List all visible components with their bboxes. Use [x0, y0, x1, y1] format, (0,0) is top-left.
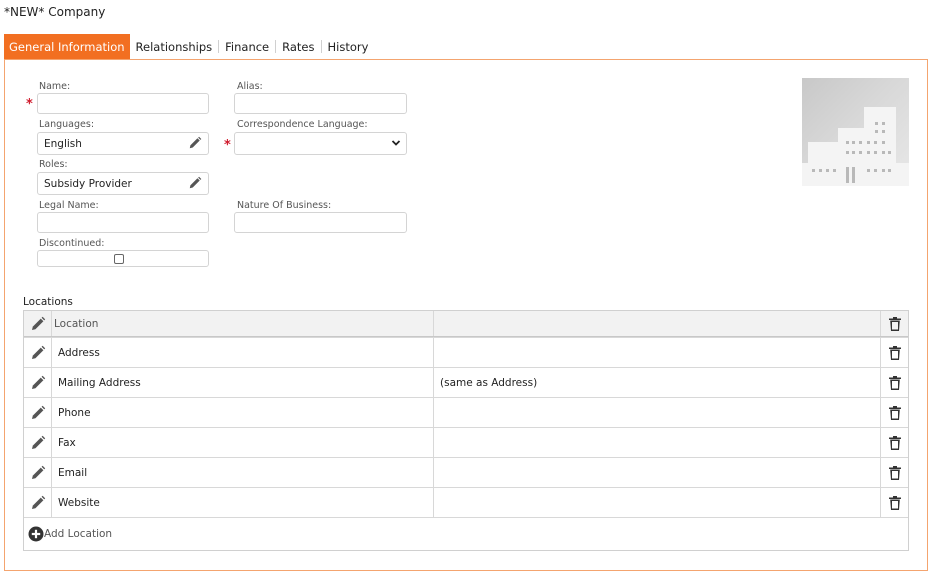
trash-icon[interactable]: [888, 405, 902, 421]
table-row[interactable]: Email: [24, 457, 908, 487]
table-row[interactable]: Phone: [24, 397, 908, 427]
pencil-icon[interactable]: [30, 375, 46, 391]
table-header-row: Location: [24, 311, 908, 337]
nature-of-business-label: Nature Of Business:: [237, 200, 332, 211]
add-location-button[interactable]: Add Location: [28, 526, 112, 542]
pencil-icon[interactable]: [30, 495, 46, 511]
trash-icon[interactable]: [888, 345, 902, 361]
languages-value: English: [44, 137, 82, 150]
alias-label: Alias:: [237, 81, 263, 92]
discontinued-field: [37, 250, 209, 267]
pencil-icon[interactable]: [188, 136, 202, 150]
tab-relationships[interactable]: Relationships: [130, 34, 219, 59]
tab-history[interactable]: History: [322, 34, 375, 59]
trash-icon[interactable]: [888, 495, 902, 511]
location-value: [434, 398, 881, 427]
correspondence-language-select[interactable]: [234, 132, 407, 155]
roles-value: Subsidy Provider: [44, 177, 132, 190]
pencil-icon[interactable]: [188, 176, 202, 190]
location-value: [434, 338, 881, 367]
legal-name-label: Legal Name:: [39, 200, 99, 211]
add-location-label: Add Location: [44, 528, 113, 540]
legal-name-field[interactable]: [37, 212, 209, 233]
location-name: Fax: [52, 428, 434, 457]
general-information-panel: Name: * Alias: Languages: English Corres…: [4, 59, 928, 571]
table-footer-row: Add Location: [24, 517, 908, 550]
location-value: [434, 488, 881, 517]
table-row[interactable]: Website: [24, 487, 908, 517]
location-value: [434, 458, 881, 487]
location-value: (same as Address): [434, 368, 881, 397]
tab-rates[interactable]: Rates: [276, 34, 320, 59]
languages-field[interactable]: English: [37, 132, 209, 155]
location-name: Address: [52, 338, 434, 367]
table-row[interactable]: Mailing Address (same as Address): [24, 367, 908, 397]
name-field[interactable]: [37, 93, 209, 114]
trash-icon[interactable]: [888, 316, 902, 332]
edit-column-header: [24, 311, 52, 336]
required-marker: *: [224, 138, 231, 153]
location-name: Phone: [52, 398, 434, 427]
plus-circle-icon: [28, 526, 44, 542]
trash-icon[interactable]: [888, 375, 902, 391]
correspondence-language-label: Correspondence Language:: [237, 119, 368, 130]
table-row[interactable]: Fax: [24, 427, 908, 457]
pencil-icon[interactable]: [30, 316, 46, 332]
pencil-icon[interactable]: [30, 465, 46, 481]
page-title: *NEW* Company: [4, 5, 106, 19]
table-row[interactable]: Address: [24, 337, 908, 367]
trash-icon[interactable]: [888, 435, 902, 451]
location-column-header: Location: [52, 311, 434, 336]
required-marker: *: [26, 97, 33, 112]
pencil-icon[interactable]: [30, 345, 46, 361]
roles-label: Roles:: [39, 159, 68, 170]
name-label: Name:: [39, 81, 71, 92]
value-column-header: [434, 311, 881, 336]
trash-icon[interactable]: [888, 465, 902, 481]
location-name: Mailing Address: [52, 368, 434, 397]
alias-field[interactable]: [234, 93, 407, 114]
tab-finance[interactable]: Finance: [219, 34, 275, 59]
location-name: Email: [52, 458, 434, 487]
locations-table: Location Address Mailing Address (same a…: [23, 310, 909, 551]
delete-column-header: [881, 311, 908, 336]
nature-of-business-field[interactable]: [234, 212, 407, 233]
languages-label: Languages:: [39, 119, 95, 130]
location-value: [434, 428, 881, 457]
company-image[interactable]: [802, 78, 909, 186]
pencil-icon[interactable]: [30, 405, 46, 421]
locations-title: Locations: [23, 296, 73, 308]
building-icon: [802, 107, 909, 186]
discontinued-label: Discontinued:: [39, 238, 105, 249]
chevron-down-icon: [391, 140, 401, 146]
tab-bar: General Information Relationships Financ…: [4, 34, 374, 59]
location-name: Website: [52, 488, 434, 517]
discontinued-checkbox[interactable]: [114, 254, 124, 264]
tab-general-information[interactable]: General Information: [4, 34, 130, 59]
pencil-icon[interactable]: [30, 435, 46, 451]
roles-field[interactable]: Subsidy Provider: [37, 172, 209, 195]
